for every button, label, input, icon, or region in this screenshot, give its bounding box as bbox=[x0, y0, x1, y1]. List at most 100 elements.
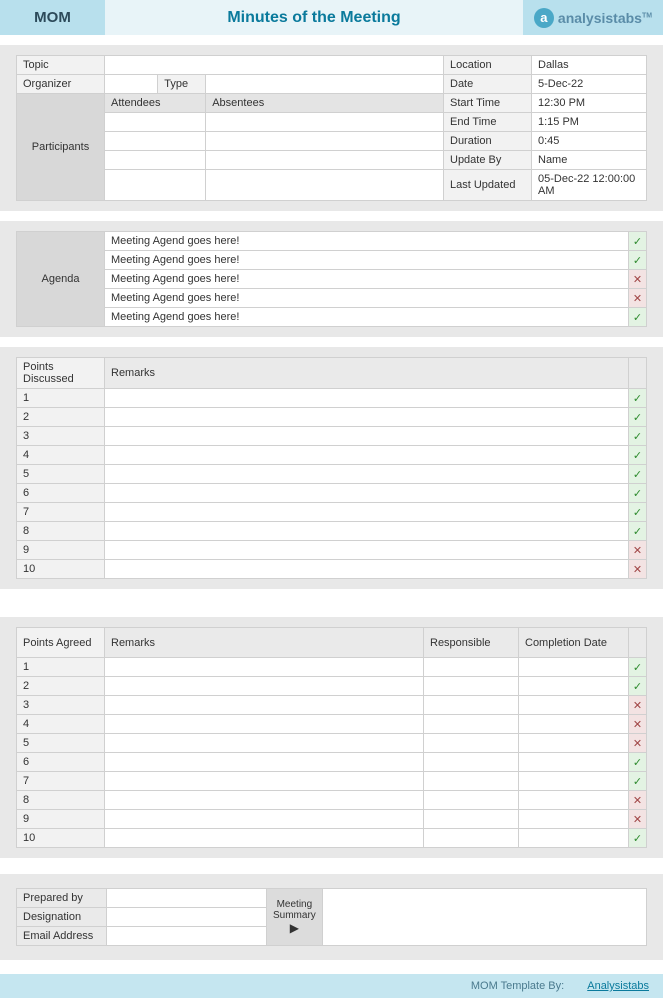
remarks-cell[interactable] bbox=[105, 465, 629, 484]
check-icon: ✓ bbox=[629, 308, 647, 327]
responsible-cell[interactable] bbox=[424, 829, 519, 848]
agreed-section: Points Agreed Remarks Responsible Comple… bbox=[0, 617, 663, 858]
check-icon: ✓ bbox=[629, 503, 647, 522]
meeting-summary-value[interactable] bbox=[322, 889, 646, 946]
row-number: 9 bbox=[17, 541, 105, 560]
cross-icon: ✕ bbox=[629, 715, 647, 734]
row-number: 10 bbox=[17, 829, 105, 848]
remarks-cell[interactable] bbox=[105, 658, 424, 677]
remarks-cell[interactable] bbox=[105, 791, 424, 810]
meeting-summary-label: Meeting Summary ▶ bbox=[267, 889, 323, 946]
remarks-cell[interactable] bbox=[105, 753, 424, 772]
attendee-cell[interactable] bbox=[105, 151, 206, 170]
end-time-value[interactable]: 1:15 PM bbox=[532, 113, 647, 132]
points-table: Points Discussed Remarks 1✓2✓3✓4✓5✓6✓7✓8… bbox=[16, 357, 647, 579]
check-icon: ✓ bbox=[629, 251, 647, 270]
topic-label: Topic bbox=[17, 56, 105, 75]
date-value[interactable]: 5-Dec-22 bbox=[532, 75, 647, 94]
last-updated-value[interactable]: 05-Dec-22 12:00:00 AM bbox=[532, 170, 647, 201]
responsible-cell[interactable] bbox=[424, 810, 519, 829]
credit-link[interactable]: Analysistabs bbox=[587, 980, 649, 992]
remarks-cell[interactable] bbox=[105, 734, 424, 753]
attendee-cell[interactable] bbox=[105, 132, 206, 151]
row-number: 3 bbox=[17, 427, 105, 446]
designation-value[interactable] bbox=[107, 908, 267, 927]
update-by-value[interactable]: Name bbox=[532, 151, 647, 170]
completion-date-cell[interactable] bbox=[519, 772, 629, 791]
absentee-cell[interactable] bbox=[206, 151, 444, 170]
cross-icon: ✕ bbox=[629, 696, 647, 715]
remarks-cell[interactable] bbox=[105, 389, 629, 408]
absentees-label: Absentees bbox=[206, 94, 444, 113]
remarks-cell[interactable] bbox=[105, 484, 629, 503]
agenda-item[interactable]: Meeting Agend goes here! bbox=[105, 232, 629, 251]
responsible-cell[interactable] bbox=[424, 715, 519, 734]
remarks-cell[interactable] bbox=[105, 715, 424, 734]
remarks-cell[interactable] bbox=[105, 408, 629, 427]
completion-date-cell[interactable] bbox=[519, 658, 629, 677]
check-icon: ✓ bbox=[629, 772, 647, 791]
agenda-item[interactable]: Meeting Agend goes here! bbox=[105, 251, 629, 270]
check-icon: ✓ bbox=[629, 677, 647, 696]
check-icon: ✓ bbox=[629, 446, 647, 465]
row-number: 7 bbox=[17, 503, 105, 522]
remarks-cell[interactable] bbox=[105, 522, 629, 541]
completion-date-cell[interactable] bbox=[519, 677, 629, 696]
completion-date-cell[interactable] bbox=[519, 715, 629, 734]
completion-date-cell[interactable] bbox=[519, 791, 629, 810]
responsible-cell[interactable] bbox=[424, 677, 519, 696]
remarks-cell[interactable] bbox=[105, 829, 424, 848]
header-short: MOM bbox=[0, 0, 105, 35]
type-value[interactable] bbox=[206, 75, 444, 94]
participants-label: Participants bbox=[17, 94, 105, 201]
prepared-by-value[interactable] bbox=[107, 889, 267, 908]
remarks-cell[interactable] bbox=[105, 677, 424, 696]
check-icon: ✓ bbox=[629, 484, 647, 503]
remarks-cell[interactable] bbox=[105, 772, 424, 791]
type-label: Type bbox=[158, 75, 206, 94]
absentee-cell[interactable] bbox=[206, 113, 444, 132]
check-icon: ✓ bbox=[629, 408, 647, 427]
row-number: 2 bbox=[17, 677, 105, 696]
agenda-item[interactable]: Meeting Agend goes here! bbox=[105, 308, 629, 327]
footer-section: Prepared by Meeting Summary ▶ Designatio… bbox=[0, 874, 663, 960]
completion-date-cell[interactable] bbox=[519, 753, 629, 772]
remarks-cell[interactable] bbox=[105, 560, 629, 579]
check-icon: ✓ bbox=[629, 389, 647, 408]
agenda-label: Agenda bbox=[17, 232, 105, 327]
remarks-cell[interactable] bbox=[105, 810, 424, 829]
last-updated-label: Last Updated bbox=[444, 170, 532, 201]
remarks-cell[interactable] bbox=[105, 427, 629, 446]
attendee-cell[interactable] bbox=[105, 113, 206, 132]
attendee-cell[interactable] bbox=[105, 170, 206, 201]
agenda-item[interactable]: Meeting Agend goes here! bbox=[105, 289, 629, 308]
completion-date-cell[interactable] bbox=[519, 734, 629, 753]
responsible-cell[interactable] bbox=[424, 791, 519, 810]
remarks-cell[interactable] bbox=[105, 446, 629, 465]
agenda-table: AgendaMeeting Agend goes here!✓Meeting A… bbox=[16, 231, 647, 327]
completion-date-cell[interactable] bbox=[519, 696, 629, 715]
absentee-cell[interactable] bbox=[206, 132, 444, 151]
responsible-cell[interactable] bbox=[424, 772, 519, 791]
email-value[interactable] bbox=[107, 927, 267, 946]
points-header-check bbox=[629, 358, 647, 389]
remarks-cell[interactable] bbox=[105, 696, 424, 715]
topic-value[interactable] bbox=[105, 56, 444, 75]
responsible-cell[interactable] bbox=[424, 658, 519, 677]
duration-value[interactable]: 0:45 bbox=[532, 132, 647, 151]
responsible-cell[interactable] bbox=[424, 696, 519, 715]
arrow-right-icon: ▶ bbox=[273, 921, 316, 935]
responsible-cell[interactable] bbox=[424, 734, 519, 753]
meta-section: Topic Location Dallas Organizer Type Dat… bbox=[0, 45, 663, 211]
agenda-item[interactable]: Meeting Agend goes here! bbox=[105, 270, 629, 289]
organizer-value[interactable] bbox=[105, 75, 158, 94]
absentee-cell[interactable] bbox=[206, 170, 444, 201]
completion-date-cell[interactable] bbox=[519, 829, 629, 848]
start-time-value[interactable]: 12:30 PM bbox=[532, 94, 647, 113]
date-label: Date bbox=[444, 75, 532, 94]
location-value[interactable]: Dallas bbox=[532, 56, 647, 75]
responsible-cell[interactable] bbox=[424, 753, 519, 772]
completion-date-cell[interactable] bbox=[519, 810, 629, 829]
remarks-cell[interactable] bbox=[105, 541, 629, 560]
remarks-cell[interactable] bbox=[105, 503, 629, 522]
